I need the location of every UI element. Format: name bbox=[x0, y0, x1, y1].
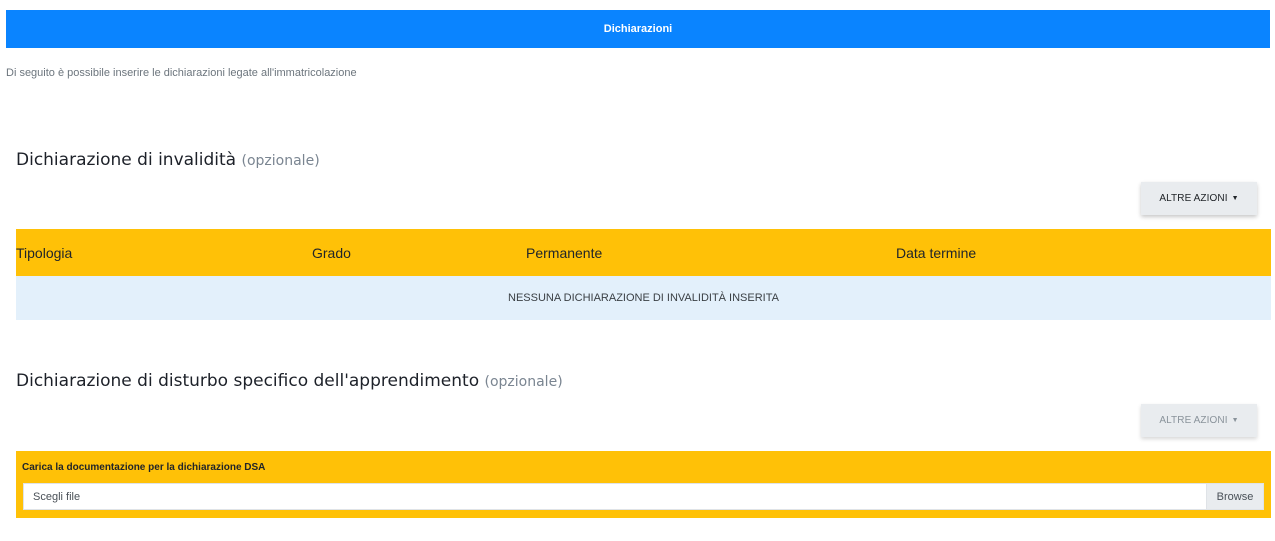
altre-azioni-button-invalidita[interactable]: ALTRE AZIONI ▼ bbox=[1141, 182, 1257, 215]
section-title-dsa: Dichiarazione di disturbo specifico dell… bbox=[16, 371, 563, 391]
section-title-invalidita: Dichiarazione di invalidità (opzionale) bbox=[16, 150, 320, 170]
column-header-permanente[interactable]: Permanente bbox=[526, 245, 602, 261]
invalidita-table-header: Tipologia Grado Permanente Data termine bbox=[16, 229, 1271, 276]
page-header-title: Dichiarazioni bbox=[603, 23, 673, 35]
column-header-data-termine[interactable]: Data termine bbox=[896, 245, 976, 261]
section-title-invalidita-text: Dichiarazione di invalidità bbox=[16, 150, 237, 170]
altre-azioni-label: ALTRE AZIONI bbox=[1159, 193, 1228, 204]
empty-message: NESSUNA DICHIARAZIONE DI INVALIDITÀ INSE… bbox=[508, 292, 779, 304]
invalidita-empty-row: NESSUNA DICHIARAZIONE DI INVALIDITÀ INSE… bbox=[16, 276, 1271, 320]
dsa-upload-label: Carica la documentazione per la dichiara… bbox=[22, 462, 266, 473]
file-input-placeholder[interactable]: Scegli file bbox=[24, 491, 1206, 503]
file-input[interactable]: Scegli file Browse bbox=[23, 483, 1264, 510]
optional-label: (opzionale) bbox=[241, 153, 320, 169]
section-title-dsa-text: Dichiarazione di disturbo specifico dell… bbox=[16, 371, 480, 391]
column-header-tipologia[interactable]: Tipologia bbox=[16, 245, 72, 261]
optional-label: (opzionale) bbox=[484, 374, 563, 390]
intro-text: Di seguito è possibile inserire le dichi… bbox=[6, 67, 357, 79]
page-header-banner: Dichiarazioni bbox=[6, 10, 1270, 48]
altre-azioni-label: ALTRE AZIONI bbox=[1159, 415, 1228, 426]
caret-down-icon: ▼ bbox=[1231, 195, 1239, 202]
caret-down-icon: ▼ bbox=[1231, 417, 1239, 424]
altre-azioni-button-dsa[interactable]: ALTRE AZIONI ▼ bbox=[1141, 404, 1257, 437]
column-header-grado[interactable]: Grado bbox=[312, 245, 351, 261]
dsa-upload-panel: Carica la documentazione per la dichiara… bbox=[16, 451, 1271, 518]
browse-button[interactable]: Browse bbox=[1206, 484, 1263, 509]
